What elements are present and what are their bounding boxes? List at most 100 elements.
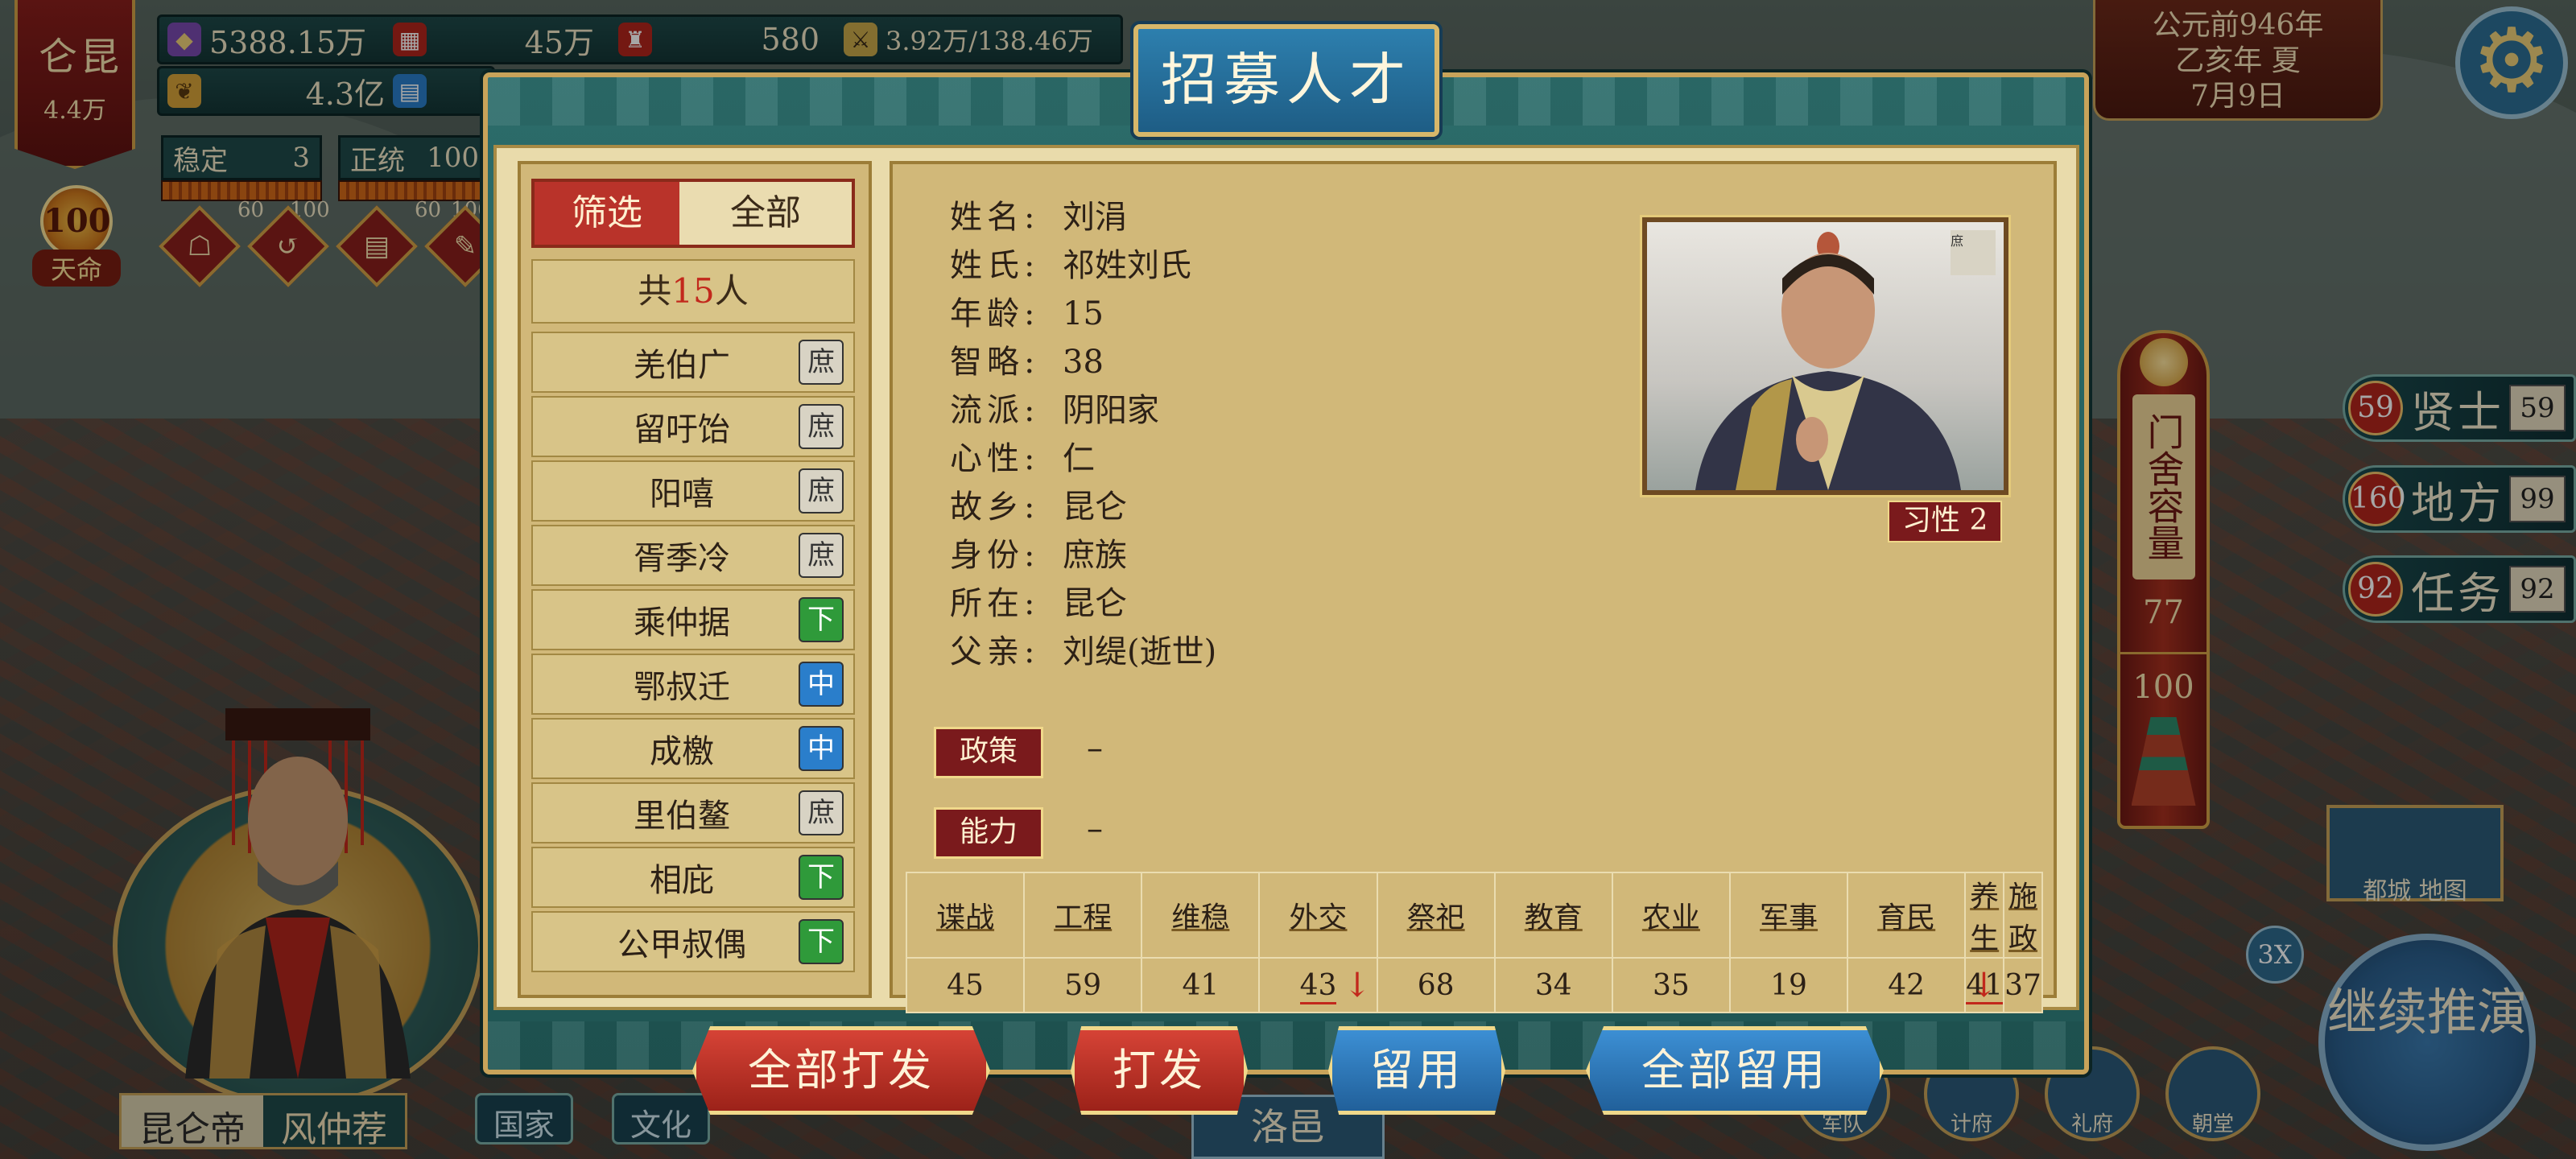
candidate-name: 乘仲据 xyxy=(634,604,730,641)
ability-value: – xyxy=(1087,810,1103,848)
arrow-down-icon: ↓ xyxy=(1969,965,1999,1004)
retain-all-button[interactable]: 全部留用 xyxy=(1586,1026,1884,1115)
skill-value: 35 xyxy=(1653,968,1690,1002)
filter-control[interactable]: 筛选 全部 xyxy=(531,179,855,248)
candidate-name: 留吁饴 xyxy=(634,411,730,448)
info-value: 昆仑 xyxy=(1063,489,1127,526)
candidate-row[interactable]: 胥季冷 庶 xyxy=(531,525,855,586)
total-count: 15 xyxy=(671,271,715,311)
info-value: 阴阳家 xyxy=(1063,392,1159,429)
info-value: 昆仑 xyxy=(1063,585,1127,622)
skill-value: 37 xyxy=(2004,968,2041,1002)
info-key: 心性: xyxy=(950,440,1040,477)
skill-value-cell: 34 xyxy=(1493,957,1613,1013)
info-key: 父亲: xyxy=(950,633,1040,670)
skill-value-cell: 37 xyxy=(2003,957,2043,1013)
info-row: 身份: 庶族 xyxy=(950,531,1216,580)
skill-value-cell: 45 xyxy=(905,957,1026,1013)
info-value: 刘缇(逝世) xyxy=(1063,633,1217,670)
candidate-row[interactable]: 乘仲据 下 xyxy=(531,589,855,650)
skill-value-cell: 19 xyxy=(1728,957,1849,1013)
candidate-row[interactable]: 公甲叔偶 下 xyxy=(531,911,855,972)
candidate-row[interactable]: 鄂叔迁 中 xyxy=(531,654,855,715)
skill-value: 68 xyxy=(1417,968,1455,1002)
total-prefix: 共 xyxy=(638,271,672,311)
class-badge: 下 xyxy=(799,855,844,900)
skill-value-cell: 42 xyxy=(1847,957,1967,1013)
candidate-name: 公甲叔偶 xyxy=(617,926,746,963)
skill-header: 军事 xyxy=(1728,872,1849,959)
skill-header-row: 谍战 工程 维稳 外交 祭祀 教育 农业 军事 育民 养生 施政 xyxy=(905,872,2043,959)
candidate-portrait: 庶 xyxy=(1642,217,2008,495)
info-row: 智略: 38 xyxy=(950,338,1216,386)
skill-value: 41 xyxy=(1182,968,1220,1002)
skill-value-cell: 59 xyxy=(1023,957,1143,1013)
candidate-name: 成檄 xyxy=(650,733,714,770)
skill-value: 34 xyxy=(1534,968,1572,1002)
info-key: 智略: xyxy=(950,344,1040,381)
class-badge: 中 xyxy=(799,662,844,707)
info-key: 年龄: xyxy=(950,295,1040,332)
info-key: 所在: xyxy=(950,585,1040,622)
class-badge: 下 xyxy=(799,597,844,642)
skill-value: 45 xyxy=(947,968,984,1002)
info-value: 15 xyxy=(1063,295,1104,332)
skill-header: 养生 xyxy=(1964,872,2005,959)
info-key: 姓氏: xyxy=(950,247,1040,284)
skill-value: 42 xyxy=(1888,968,1926,1002)
policy-value: – xyxy=(1087,730,1103,767)
skill-value: 43 xyxy=(1299,968,1337,1004)
candidate-row[interactable]: 相庇 下 xyxy=(531,847,855,908)
skill-value-cell: 43 ↓ xyxy=(1258,957,1378,1013)
filter-label[interactable]: 筛选 xyxy=(535,182,679,245)
info-key: 流派: xyxy=(950,392,1040,429)
candidate-row[interactable]: 留吁饴 庶 xyxy=(531,396,855,457)
skill-value-cell: 68 xyxy=(1376,957,1496,1013)
info-row: 流派: 阴阳家 xyxy=(950,386,1216,435)
filter-value[interactable]: 全部 xyxy=(679,182,852,245)
policy-label[interactable]: 政策 xyxy=(934,727,1043,778)
skill-table: 谍战 工程 维稳 外交 祭祀 教育 农业 军事 育民 养生 施政 45 59 4… xyxy=(905,872,2043,1013)
skill-value-row: 45 59 41 43 ↓ 68 34 35 19 42 41 ↓ 37 xyxy=(905,957,2043,1013)
skill-value: 59 xyxy=(1064,968,1102,1002)
info-row: 故乡: 昆仑 xyxy=(950,483,1216,531)
skill-value: 19 xyxy=(1770,968,1807,1002)
skill-header: 维稳 xyxy=(1141,872,1261,959)
skill-header: 外交 xyxy=(1258,872,1378,959)
skill-value-cell: 41 ↓ xyxy=(1964,957,2005,1013)
skill-header: 农业 xyxy=(1611,872,1731,959)
dismiss-button[interactable]: 打发 xyxy=(1071,1026,1248,1115)
skill-header: 工程 xyxy=(1023,872,1143,959)
candidate-name: 相庇 xyxy=(650,862,714,899)
skill-value-cell: 41 xyxy=(1141,957,1261,1013)
candidate-row[interactable]: 阳嘻 庶 xyxy=(531,460,855,522)
ability-label[interactable]: 能力 xyxy=(934,807,1043,859)
class-badge: 庶 xyxy=(799,340,844,385)
trait-badge[interactable]: 习性 2 xyxy=(1888,501,2003,542)
skill-header: 教育 xyxy=(1493,872,1613,959)
candidate-info-list: 姓名: 刘涓 姓氏: 祁姓刘氏 年龄: 15 智略: 38 流派: 阴阳家 心性: 仁 故乡… xyxy=(950,193,1216,676)
class-badge: 庶 xyxy=(1951,230,1996,275)
candidate-total: 共15人 xyxy=(531,259,855,324)
info-row: 心性: 仁 xyxy=(950,435,1216,483)
class-badge: 庶 xyxy=(799,533,844,578)
retain-button[interactable]: 留用 xyxy=(1328,1026,1505,1115)
total-suffix: 人 xyxy=(714,271,749,311)
info-row: 姓名: 刘涓 xyxy=(950,193,1216,241)
class-badge: 庶 xyxy=(799,404,844,449)
skill-header: 施政 xyxy=(2003,872,2043,959)
candidate-row[interactable]: 里伯鳌 庶 xyxy=(531,782,855,843)
info-row: 父亲: 刘缇(逝世) xyxy=(950,628,1216,676)
info-key: 身份: xyxy=(950,537,1040,574)
info-value: 刘涓 xyxy=(1063,199,1127,236)
class-badge: 中 xyxy=(799,726,844,771)
dismiss-all-button[interactable]: 全部打发 xyxy=(692,1026,990,1115)
candidate-row[interactable]: 成檄 中 xyxy=(531,718,855,779)
candidate-row[interactable]: 羌伯广 庶 xyxy=(531,332,855,393)
class-badge: 庶 xyxy=(799,468,844,514)
info-value: 庶族 xyxy=(1063,537,1127,574)
dialog-title: 招募人才 xyxy=(1133,24,1439,137)
info-value: 仁 xyxy=(1063,440,1095,477)
candidate-name: 羌伯广 xyxy=(634,347,730,384)
class-badge: 下 xyxy=(799,919,844,964)
